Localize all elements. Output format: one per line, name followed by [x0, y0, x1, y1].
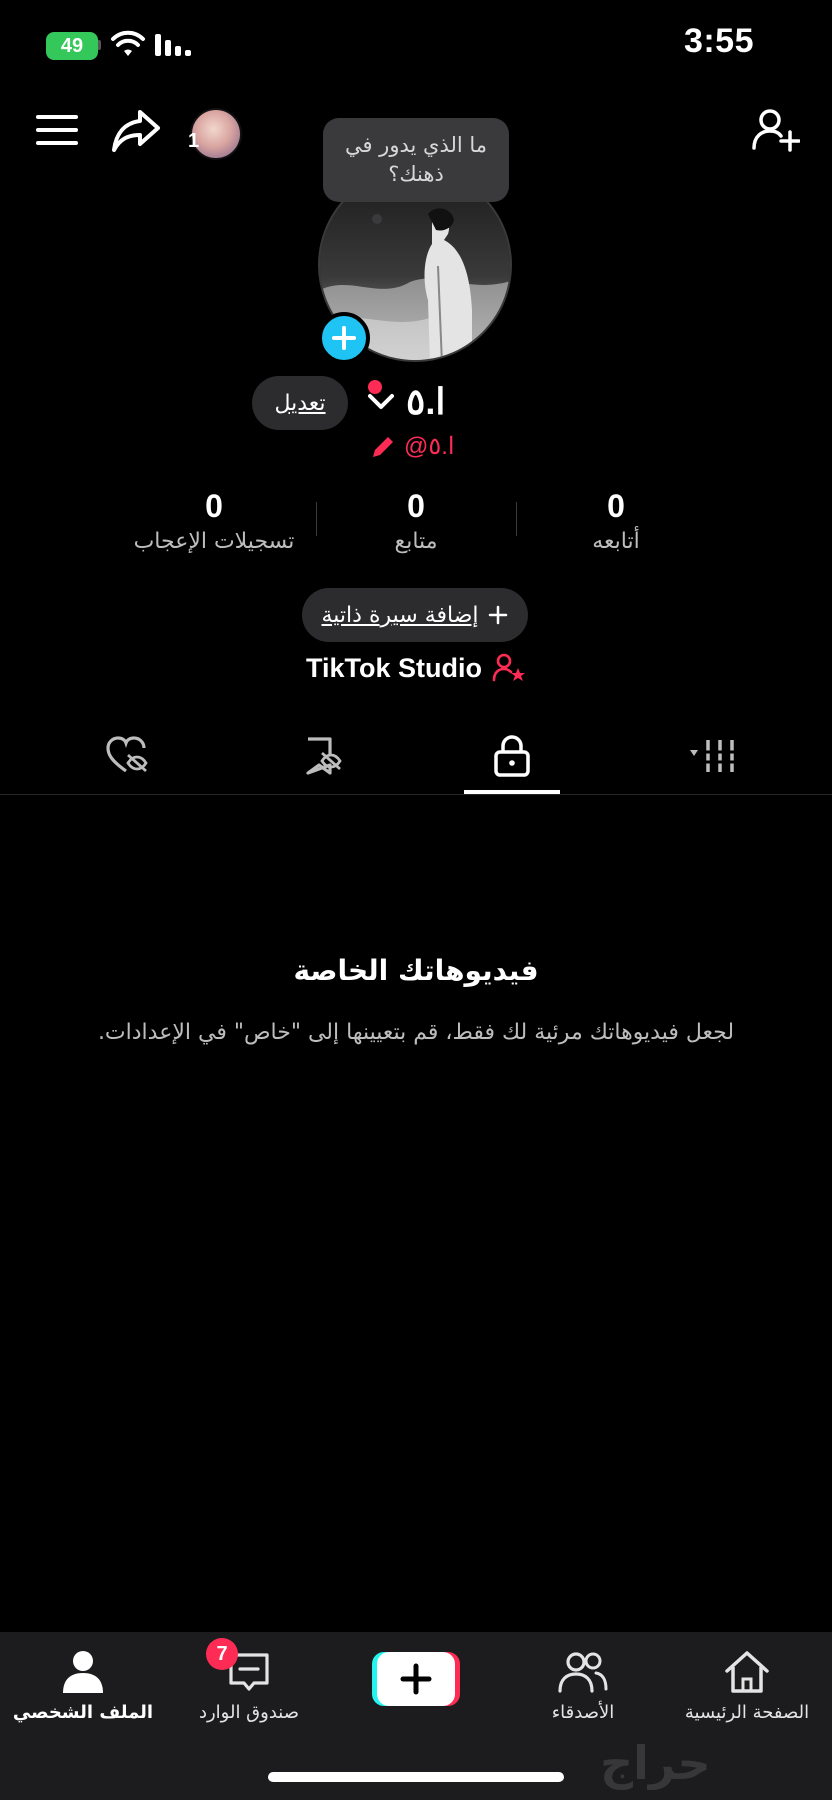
tab-saved[interactable]	[272, 728, 372, 784]
likes-label: تسجيلات الإعجاب	[133, 529, 295, 554]
nav-profile[interactable]: الملف الشخصي	[8, 1646, 158, 1723]
stat-divider	[316, 502, 317, 536]
following-count: 0	[607, 488, 625, 524]
empty-state-description: لجعل فيديوهاتك مرئية لك فقط، قم بتعيينها…	[97, 1020, 735, 1045]
heart-hidden-icon	[106, 736, 148, 773]
nav-friends-label: الأصدقاء	[551, 1702, 615, 1723]
battery-cap	[98, 40, 101, 50]
lock-icon	[494, 735, 530, 777]
nav-home[interactable]: الصفحة الرئيسية	[672, 1646, 822, 1723]
tab-liked[interactable]	[78, 728, 178, 784]
inbox-badge: 7	[206, 1638, 238, 1670]
profile-icon	[63, 1651, 103, 1693]
home-indicator[interactable]	[268, 1772, 564, 1782]
nav-friends[interactable]: الأصدقاء	[508, 1646, 658, 1723]
likes-count: 0	[205, 488, 223, 524]
signal-icon	[155, 34, 191, 56]
studio-label: TikTok Studio	[306, 652, 483, 683]
stat-following[interactable]: 0 أتابعه	[516, 488, 716, 554]
add-bio-button[interactable]: إضافة سيرة ذاتية	[302, 588, 528, 642]
watermark-logo: حراج	[600, 1736, 711, 1790]
battery-indicator: 49	[46, 32, 98, 60]
plus-icon	[332, 326, 356, 350]
tab-private[interactable]	[462, 728, 562, 784]
bubble-tail	[372, 214, 382, 224]
battery-level: 49	[60, 34, 84, 57]
tab-videos[interactable]	[664, 728, 764, 784]
creator-star-icon	[492, 653, 526, 682]
bookmark-hidden-icon	[306, 737, 342, 775]
add-bio-label: إضافة سيرة ذاتية	[321, 602, 479, 628]
friends-icon	[558, 1652, 608, 1693]
followers-label: متابع	[394, 529, 438, 554]
grid-icon	[690, 740, 736, 772]
following-label: أتابعه	[592, 529, 640, 554]
status-bubble[interactable]: ما الذي يدور في ذهنك؟	[323, 118, 509, 202]
share-icon[interactable]	[110, 106, 162, 154]
tiktok-studio-link[interactable]: TikTok Studio	[306, 652, 526, 684]
stat-divider	[516, 502, 517, 536]
wifi-icon	[111, 30, 145, 56]
username-row[interactable]: @ا.٥	[370, 432, 455, 461]
stat-likes[interactable]: 0 تسجيلات الإعجاب	[114, 488, 314, 554]
create-button[interactable]	[372, 1650, 460, 1708]
display-name: ا.٥	[406, 381, 446, 422]
chevron-down-icon	[368, 394, 394, 409]
add-story-button[interactable]	[318, 312, 370, 364]
create-plus-icon	[372, 1652, 460, 1706]
nav-profile-label: الملف الشخصي	[12, 1702, 154, 1723]
story-count: 1	[188, 130, 200, 152]
nav-home-label: الصفحة الرئيسية	[684, 1702, 810, 1723]
plus-icon	[488, 605, 507, 625]
stat-followers[interactable]: 0 متابع	[316, 488, 516, 554]
pencil-icon	[373, 436, 393, 457]
nav-inbox[interactable]: صندوق الوارد	[174, 1646, 324, 1723]
status-time: 3:55	[683, 22, 754, 60]
notification-dot	[368, 380, 382, 394]
home-icon	[725, 1651, 769, 1693]
edit-profile-button[interactable]: تعديل	[252, 376, 348, 430]
nav-inbox-label: صندوق الوارد	[198, 1702, 300, 1723]
username: @ا.٥	[404, 433, 455, 460]
followers-count: 0	[407, 488, 425, 524]
empty-state-title: فيديوهاتك الخاصة	[293, 954, 539, 987]
menu-icon[interactable]	[36, 112, 78, 148]
tabs-divider	[0, 794, 832, 795]
add-friend-icon[interactable]	[750, 106, 800, 156]
